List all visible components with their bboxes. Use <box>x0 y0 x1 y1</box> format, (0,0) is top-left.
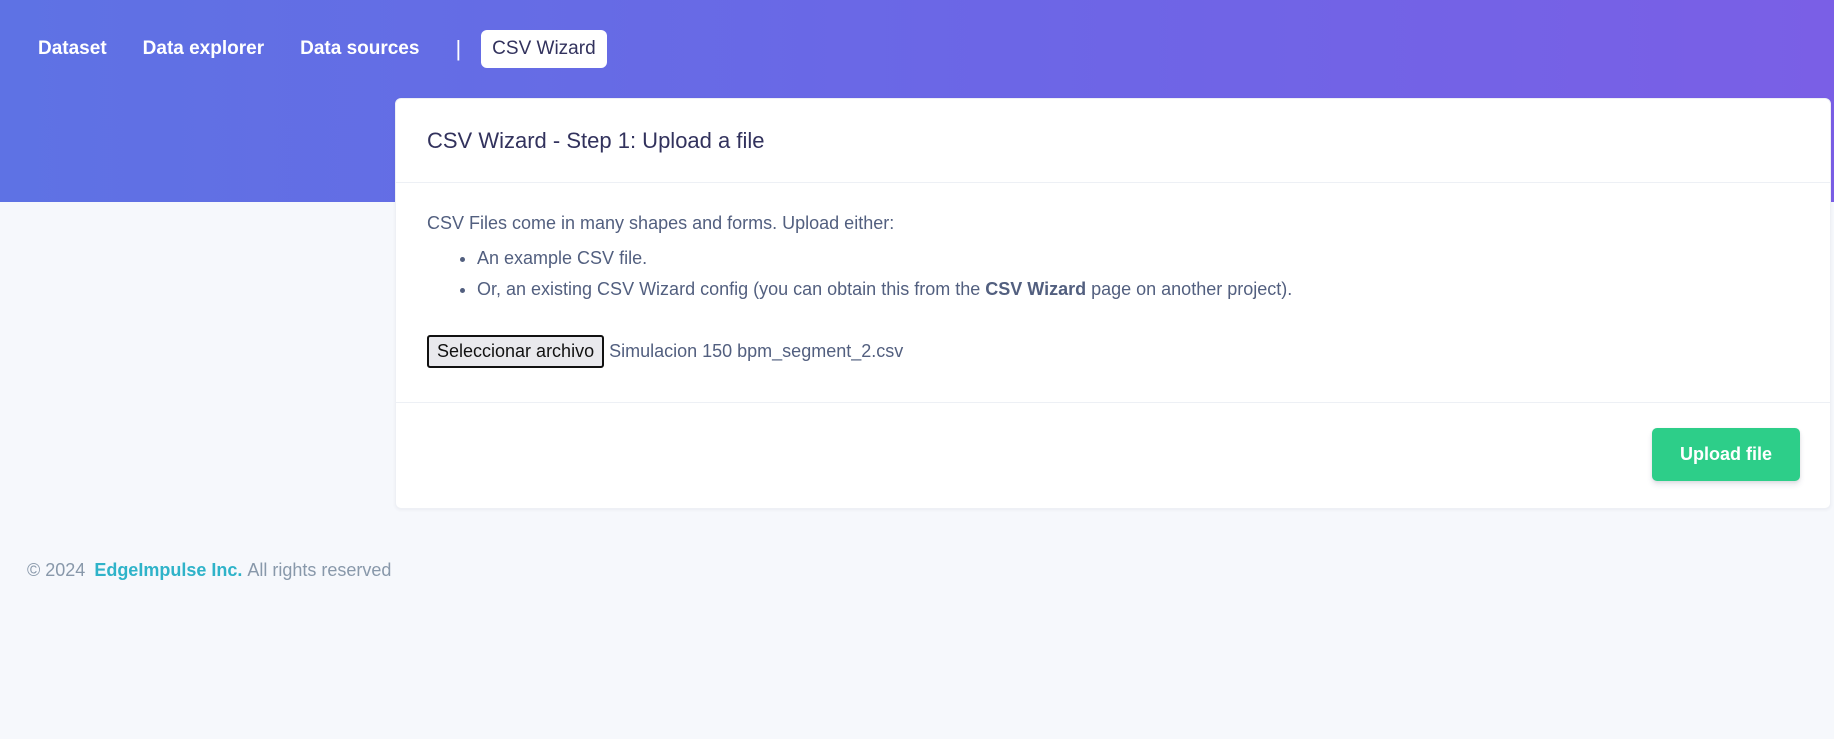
card-footer: Upload file <box>396 403 1830 508</box>
list-item-example-csv-text: An example CSV file. <box>477 248 648 268</box>
list-item-config-text-start: Or, an existing CSV Wizard config (you c… <box>477 279 986 299</box>
select-file-button[interactable]: Seleccionar archivo <box>427 335 605 368</box>
copyright-text: © 2024 <box>27 560 86 580</box>
selected-file-name: Simulacion 150 bpm_segment_2.csv <box>609 341 904 361</box>
top-navigation: Dataset Data explorer Data sources | CSV… <box>0 30 607 68</box>
brand-link[interactable]: EdgeImpulse Inc. <box>94 560 242 581</box>
csv-wizard-card: CSV Wizard - Step 1: Upload a file CSV F… <box>395 98 1831 509</box>
nav-item-data-sources[interactable]: Data sources <box>282 30 437 68</box>
page-footer: © 2024 EdgeImpulse Inc. All rights reser… <box>27 560 391 581</box>
list-item-config-text-end: page on another project). <box>1086 279 1293 299</box>
file-input: Seleccionar archivo Simulacion 150 bpm_s… <box>427 335 1799 368</box>
intro-text: CSV Files come in many shapes and forms.… <box>427 213 895 233</box>
list-item-existing-config: Or, an existing CSV Wizard config (you c… <box>477 274 1799 305</box>
card-body: CSV Files come in many shapes and forms.… <box>396 183 1830 403</box>
csv-wizard-bold-text: CSV Wizard <box>985 279 1087 299</box>
nav-item-dataset[interactable]: Dataset <box>0 30 125 68</box>
rights-text: All rights reserved <box>247 560 392 580</box>
card-title: CSV Wizard - Step 1: Upload a file <box>427 127 765 153</box>
upload-options-list: An example CSV file. Or, an existing CSV… <box>427 243 1799 305</box>
list-item-example-csv: An example CSV file. <box>477 243 1799 274</box>
nav-item-csv-wizard[interactable]: CSV Wizard <box>481 30 607 68</box>
nav-item-data-explorer[interactable]: Data explorer <box>125 30 282 68</box>
nav-separator: | <box>455 36 462 61</box>
card-header: CSV Wizard - Step 1: Upload a file <box>396 99 1830 183</box>
upload-file-button[interactable]: Upload file <box>1652 428 1800 481</box>
